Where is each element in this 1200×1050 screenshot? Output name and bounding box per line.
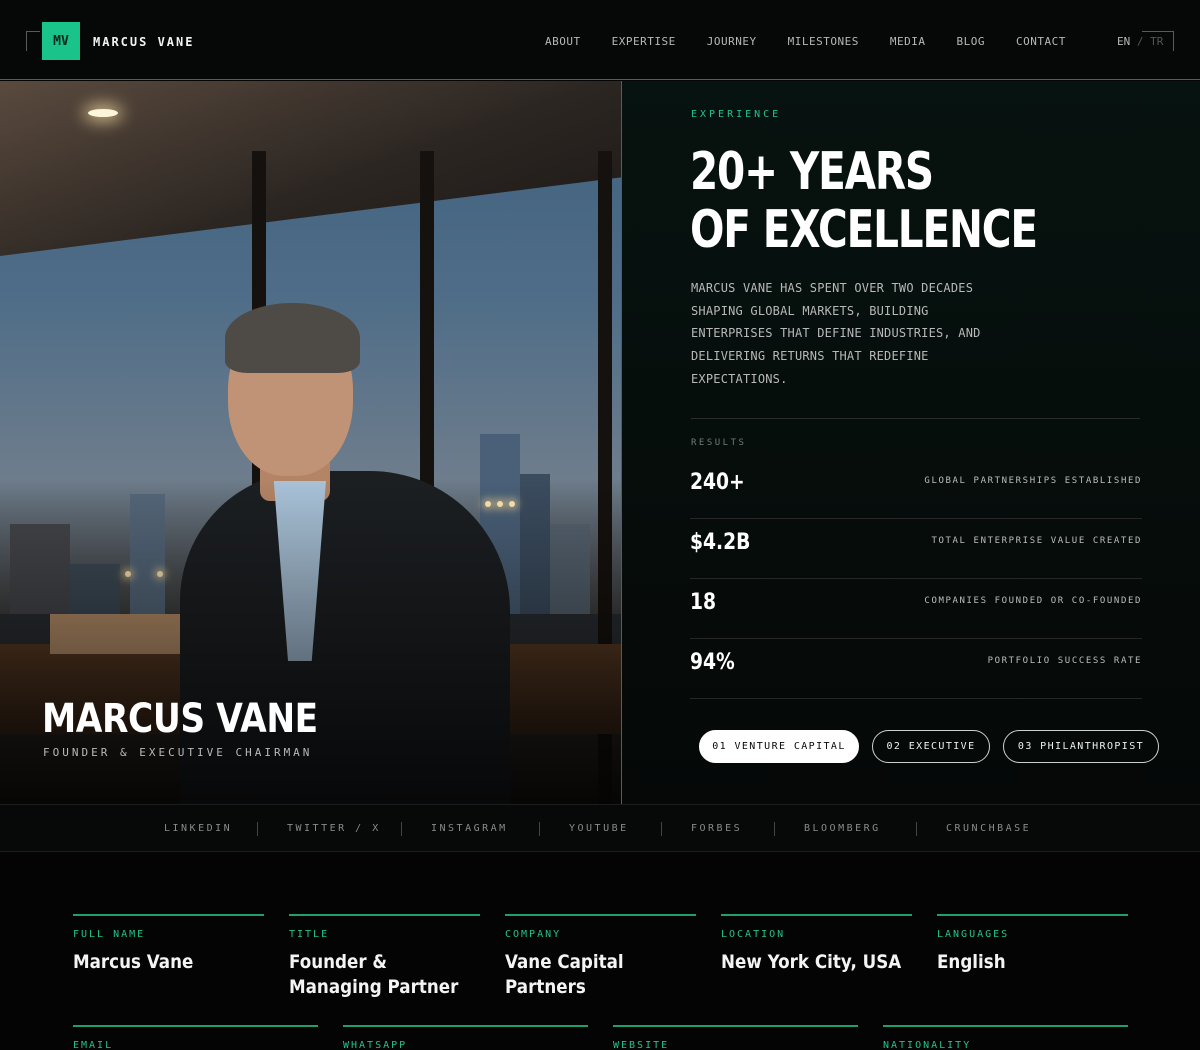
info-email: EMAIL bbox=[73, 1025, 318, 1050]
social-separator bbox=[661, 822, 662, 836]
info-key: NATIONALITY bbox=[883, 1040, 972, 1050]
info-value: Founder & Managing Partner bbox=[289, 951, 459, 998]
social-separator bbox=[539, 822, 540, 836]
stat-row: 18 COMPANIES FOUNDED OR CO-FOUNDED bbox=[690, 579, 1142, 639]
hero-name: MARCUS VANE bbox=[42, 696, 318, 742]
lang-en[interactable]: EN bbox=[1117, 35, 1130, 48]
frame-corner-left bbox=[26, 31, 40, 51]
stat-value: 18 bbox=[690, 590, 717, 615]
social-link-youtube[interactable]: YOUTUBE bbox=[569, 823, 629, 834]
top-navigation: MV MARCUS VANE ABOUT EXPERTISE JOURNEY M… bbox=[0, 0, 1200, 80]
info-value: Vane Capital Partners bbox=[505, 951, 624, 998]
stat-value: $4.2B bbox=[690, 530, 751, 555]
stat-label: GLOBAL PARTNERSHIPS ESTABLISHED bbox=[924, 476, 1142, 486]
social-links-bar: LINKEDIN TWITTER / X INSTAGRAM YOUTUBE F… bbox=[0, 804, 1200, 852]
stat-row: 240+ GLOBAL PARTNERSHIPS ESTABLISHED bbox=[690, 459, 1142, 519]
info-title: TITLE Founder & Managing Partner bbox=[289, 914, 480, 1004]
info-key: EMAIL bbox=[73, 1040, 114, 1050]
stat-label: PORTFOLIO SUCCESS RATE bbox=[987, 656, 1142, 666]
profile-info-section: FULL NAME Marcus Vane TITLE Founder & Ma… bbox=[0, 852, 1200, 1050]
social-link-twitter[interactable]: TWITTER / X bbox=[287, 823, 381, 834]
info-key: COMPANY bbox=[505, 929, 562, 940]
info-key: FULL NAME bbox=[73, 929, 146, 940]
social-link-crunchbase[interactable]: CRUNCHBASE bbox=[946, 823, 1031, 834]
social-link-instagram[interactable]: INSTAGRAM bbox=[431, 823, 508, 834]
info-languages: LANGUAGES English bbox=[937, 914, 1128, 1004]
social-separator bbox=[774, 822, 775, 836]
social-separator bbox=[916, 822, 917, 836]
social-link-linkedin[interactable]: LINKEDIN bbox=[164, 823, 232, 834]
logo-mark[interactable]: MV bbox=[42, 22, 80, 60]
section-lead-paragraph: MARCUS VANE HAS SPENT OVER TWO DECADES S… bbox=[691, 281, 981, 386]
info-key: LOCATION bbox=[721, 929, 786, 940]
results-label: RESULTS bbox=[691, 438, 747, 448]
nav-link-blog[interactable]: BLOG bbox=[956, 35, 985, 48]
info-key: TITLE bbox=[289, 929, 330, 940]
nav-link-about[interactable]: ABOUT bbox=[545, 35, 581, 48]
stat-row: $4.2B TOTAL ENTERPRISE VALUE CREATED bbox=[690, 519, 1142, 579]
tab-executive[interactable]: 02 EXECUTIVE bbox=[872, 730, 990, 763]
info-full-name: FULL NAME Marcus Vane bbox=[73, 914, 264, 1004]
info-key: WEBSITE bbox=[613, 1040, 670, 1050]
stat-value: 240+ bbox=[690, 470, 745, 495]
info-value: English bbox=[937, 951, 1006, 973]
nav-link-media[interactable]: MEDIA bbox=[890, 35, 926, 48]
stat-value: 94% bbox=[690, 650, 735, 675]
info-company: COMPANY Vane Capital Partners bbox=[505, 914, 696, 1004]
info-key: WHATSAPP bbox=[343, 1040, 408, 1050]
social-link-forbes[interactable]: FORBES bbox=[691, 823, 742, 834]
info-nationality: NATIONALITY bbox=[883, 1025, 1128, 1050]
social-link-bloomberg[interactable]: BLOOMBERG bbox=[804, 823, 881, 834]
info-whatsapp: WHATSAPP bbox=[343, 1025, 588, 1050]
nav-link-milestones[interactable]: MILESTONES bbox=[788, 35, 859, 48]
nav-links: ABOUT EXPERTISE JOURNEY MILESTONES MEDIA… bbox=[545, 35, 1097, 48]
section-divider bbox=[691, 418, 1140, 419]
social-separator bbox=[257, 822, 258, 836]
stat-label: COMPANIES FOUNDED OR CO-FOUNDED bbox=[924, 596, 1142, 606]
social-separator bbox=[401, 822, 402, 836]
headline-line-2: OF EXCELLENCE bbox=[690, 200, 1038, 260]
stat-row: 94% PORTFOLIO SUCCESS RATE bbox=[690, 639, 1142, 699]
section-eyebrow: EXPERIENCE bbox=[691, 109, 782, 120]
tab-philanthropist[interactable]: 03 PHILANTHROPIST bbox=[1003, 730, 1159, 763]
info-value: New York City, USA bbox=[721, 951, 902, 973]
info-website: WEBSITE bbox=[613, 1025, 858, 1050]
headline-line-1: 20+ YEARS bbox=[690, 142, 934, 202]
logo-text[interactable]: MARCUS VANE bbox=[93, 35, 194, 49]
tab-venture-capital[interactable]: 01 VENTURE CAPITAL bbox=[699, 730, 859, 763]
nav-link-contact[interactable]: CONTACT bbox=[1016, 35, 1066, 48]
info-key: LANGUAGES bbox=[937, 929, 1010, 940]
info-value: Marcus Vane bbox=[73, 951, 194, 973]
info-location: LOCATION New York City, USA bbox=[721, 914, 912, 1004]
section-headline: 20+ YEARS OF EXCELLENCE bbox=[690, 142, 1038, 260]
stat-label: TOTAL ENTERPRISE VALUE CREATED bbox=[931, 536, 1142, 546]
nav-link-journey[interactable]: JOURNEY bbox=[707, 35, 757, 48]
nav-link-expertise[interactable]: EXPERTISE bbox=[612, 35, 676, 48]
frame-corner-right bbox=[1142, 31, 1174, 51]
hero-subtitle: FOUNDER & EXECUTIVE CHAIRMAN bbox=[43, 746, 313, 759]
